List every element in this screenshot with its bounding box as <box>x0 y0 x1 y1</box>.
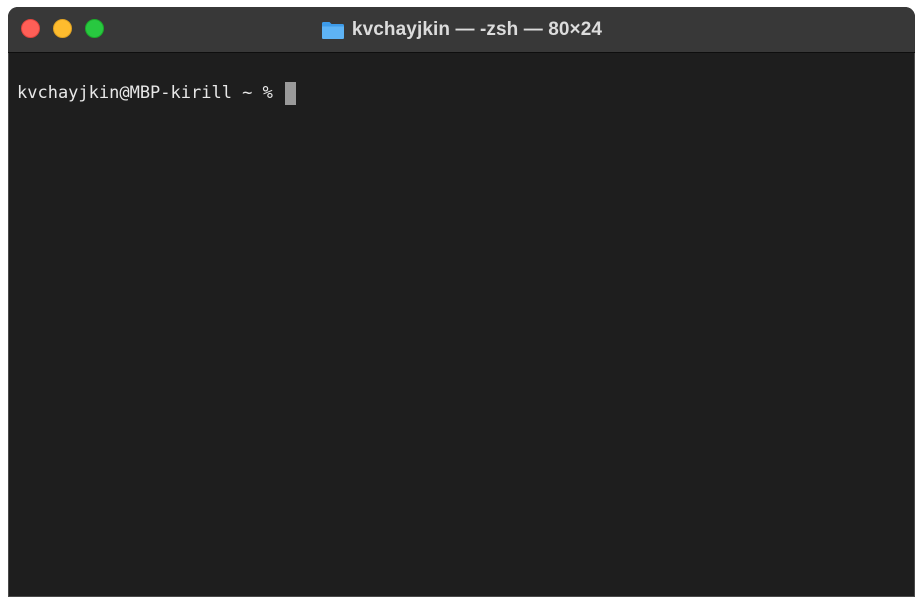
prompt-text: kvchayjkin@MBP-kirill ~ % <box>17 83 284 103</box>
zoom-button[interactable] <box>85 19 104 38</box>
window-title-text: kvchayjkin — -zsh — 80×24 <box>351 18 603 40</box>
title-bar[interactable]: kvchayjkin — -zsh — 80×24 <box>8 7 915 53</box>
prompt-line: kvchayjkin@MBP-kirill ~ % <box>17 80 906 106</box>
text-cursor <box>285 81 297 105</box>
terminal-content[interactable]: kvchayjkin@MBP-kirill ~ % <box>8 53 915 597</box>
window-controls <box>21 19 104 38</box>
folder-icon <box>321 20 345 40</box>
window-title: kvchayjkin — -zsh — 80×24 <box>321 19 602 41</box>
terminal-window: kvchayjkin — -zsh — 80×24 kvchayjkin@MBP… <box>8 7 915 597</box>
close-button[interactable] <box>21 19 40 38</box>
minimize-button[interactable] <box>53 19 72 38</box>
